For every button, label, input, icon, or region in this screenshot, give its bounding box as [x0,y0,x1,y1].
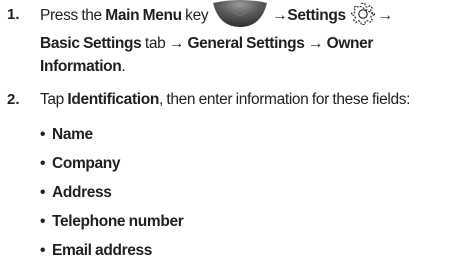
step-2-line-1: Tap Identification, then enter informati… [40,89,410,111]
owner-label: Owner [323,35,374,52]
bullet-icon: • [40,184,46,201]
list-item: • Company [40,153,121,175]
general-settings-label: General Settings [184,35,308,52]
arrow-1: → [168,35,185,52]
arrow-2: → [308,35,324,52]
list-item: • Email address [40,240,152,262]
identification-label: Identification [67,91,159,108]
bullet-icon: • [40,242,46,259]
arrow-end: → [377,7,394,25]
field-address: Address [52,184,112,201]
bullet-icon: • [40,155,46,172]
main-menu-label: Main Menu [105,7,182,25]
list-item: • Address [40,182,112,204]
tab-text: tab [141,35,169,52]
fields-instruction-text: , then enter information for these field… [158,91,411,108]
instruction-document: 1. Press the Main Menu key →Settings → B… [0,0,460,276]
bullet-icon: • [40,126,46,143]
list-item: • Name [40,124,93,146]
step-1-line-3: Information. [40,56,126,78]
period-text: . [121,58,126,75]
settings-gear-icon [350,2,376,26]
tap-text: Tap [40,91,68,108]
settings-arrow-label: →Settings [272,7,346,25]
step-1-number: 1. [7,6,20,23]
information-label: Information [40,58,122,75]
bullet-icon: • [40,213,46,230]
field-company: Company [52,155,121,172]
step-1-line-2: Basic Settings tab → General Settings → … [40,33,373,55]
basic-settings-label: Basic Settings [40,35,142,52]
step-2-number: 2. [7,91,20,108]
key-text: key [181,7,209,25]
field-email: Email address [52,242,153,259]
field-name: Name [52,126,93,143]
field-telephone: Telephone number [52,213,184,230]
main-menu-key-icon [211,0,269,28]
press-text: Press the [40,7,106,25]
list-item: • Telephone number [40,211,184,233]
step-1-line-1: Press the Main Menu key →Settings → [40,0,394,27]
